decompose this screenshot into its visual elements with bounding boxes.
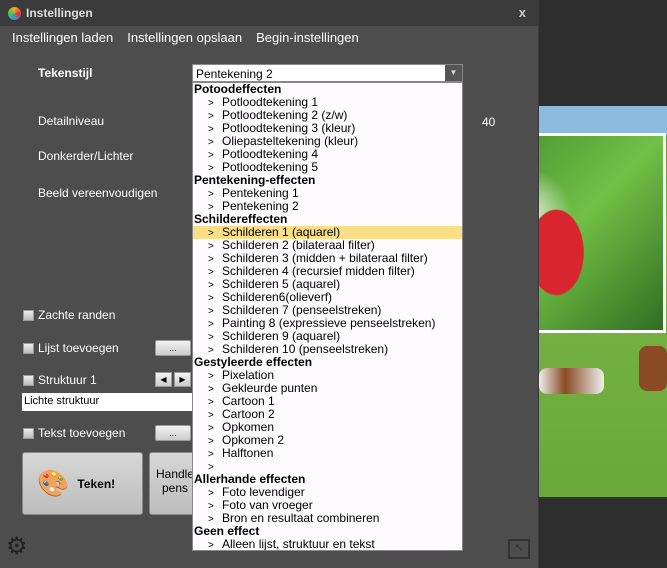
option-label: Schilderen 5 (aquarel) xyxy=(222,277,341,291)
menu-load[interactable]: Instellingen laden xyxy=(12,30,113,45)
draw-button[interactable]: 🎨 Teken! xyxy=(22,452,143,515)
checkbox-label: Struktuur 1 xyxy=(38,373,97,387)
option-label: Potloodtekening 2 (z/w) xyxy=(222,108,348,122)
add-frame-checkbox[interactable]: Lijst toevoegen xyxy=(23,341,119,355)
expand-icon[interactable]: ↖ xyxy=(508,539,530,559)
option-label: Potoodeffecten xyxy=(194,82,282,96)
option-label: Gestyleerde effecten xyxy=(194,355,313,369)
title-bar: Instellingen xyxy=(0,0,538,26)
option-label: Pentekening-effecten xyxy=(194,173,316,187)
option-label: Pentekening 1 xyxy=(222,186,299,200)
option-label: Schilderen 2 (bilateraal filter) xyxy=(222,238,375,252)
option-label: Schilderen 7 (penseelstreken) xyxy=(222,303,382,317)
checkbox-label: Lijst toevoegen xyxy=(38,341,119,355)
text-options-button[interactable]: ... xyxy=(155,425,191,441)
option-label: Foto van vroeger xyxy=(222,498,313,512)
texture-select[interactable]: Lichte struktuur xyxy=(22,393,192,411)
window-title: Instellingen xyxy=(26,6,93,20)
option-label: Cartoon 1 xyxy=(222,394,275,408)
option-label: Potloodtekening 5 xyxy=(222,160,319,174)
frame-options-button[interactable]: ... xyxy=(155,340,191,356)
option-label: Potloodtekening 4 xyxy=(222,147,319,161)
menu-save[interactable]: Instellingen opslaan xyxy=(127,30,242,45)
option-label: Halftonen xyxy=(222,446,274,460)
option-label: Alleen lijst, struktuur en tekst xyxy=(222,537,375,551)
texture-next-button[interactable]: ▶ xyxy=(174,372,191,387)
option-label: Potloodtekening 3 (kleur) xyxy=(222,121,356,135)
detail-value: 40 xyxy=(482,115,496,129)
option-label: Bron en resultaat combineren xyxy=(222,511,380,525)
option-label: Gekleurde punten xyxy=(222,381,318,395)
option-label: Schilderen 1 (aquarel) xyxy=(222,225,341,239)
option-label: Oliepasteltekening (kleur) xyxy=(222,134,359,148)
option-label: Painting 8 (expressieve penseelstreken) xyxy=(222,316,436,330)
gear-icon[interactable]: ⚙ xyxy=(6,532,28,561)
texture-prev-button[interactable]: ◀ xyxy=(155,372,172,387)
menu-reset[interactable]: Begin-instellingen xyxy=(256,30,359,45)
option-label: Schilderen 10 (penseelstreken) xyxy=(222,342,389,356)
chevron-down-icon[interactable]: ▼ xyxy=(445,65,462,81)
draw-button-label: Teken! xyxy=(77,476,116,491)
option-label: Schilderen6(olieverf) xyxy=(222,290,333,304)
style-select[interactable]: Pentekening 2 ▼ xyxy=(192,64,463,82)
option-label: Schildereffecten xyxy=(194,212,288,226)
app-logo-icon xyxy=(8,6,21,20)
menu-bar: Instellingen laden Instellingen opslaan … xyxy=(12,30,359,45)
tekenstijl-label: Tekenstijl xyxy=(38,66,93,80)
option-label: Foto levendiger xyxy=(222,485,305,499)
dropdown-option[interactable]: > Alleen lijst, struktuur en tekst xyxy=(193,538,462,551)
settings-window: Instellingen x Instellingen laden Instel… xyxy=(0,0,539,568)
option-label: Opkomen xyxy=(222,420,275,434)
option-label: Geen effect xyxy=(194,524,260,538)
detail-label: Detailniveau xyxy=(38,114,105,128)
option-label: Allerhande effecten xyxy=(194,472,306,486)
option-label: Schilderen 3 (midden + bilateraal filter… xyxy=(222,251,428,265)
option-label: Cartoon 2 xyxy=(222,407,275,421)
palette-icon: 🎨 xyxy=(37,468,70,498)
soft-edges-checkbox[interactable]: Zachte randen xyxy=(23,308,115,322)
bullet-icon: > xyxy=(208,540,214,551)
dropdown-option[interactable]: > Halftonen xyxy=(193,446,462,461)
option-label: Schilderen 9 (aquarel) xyxy=(222,329,341,343)
option-label: Pentekening 2 xyxy=(222,199,299,213)
option-label: Opkomen 2 xyxy=(222,433,285,447)
checkbox-label: Tekst toevoegen xyxy=(38,426,126,440)
brightness-label: Donkerder/Lichter xyxy=(38,149,134,163)
option-label: Potloodtekening 1 xyxy=(222,95,319,109)
close-button[interactable]: x xyxy=(519,5,526,20)
texture-checkbox[interactable]: Struktuur 1 xyxy=(23,373,97,387)
option-label: Pixelation xyxy=(222,368,275,382)
style-select-value: Pentekening 2 xyxy=(196,67,273,81)
checkbox-label: Zachte randen xyxy=(38,308,116,322)
style-dropdown-list: Potoodeffecten > Potloodtekening 1 > Potlood… xyxy=(192,82,463,551)
add-text-checkbox[interactable]: Tekst toevoegen xyxy=(23,426,125,440)
option-label: Schilderen 4 (recursief midden filter) xyxy=(222,264,415,278)
simplify-label: Beeld vereenvoudigen xyxy=(38,186,158,200)
